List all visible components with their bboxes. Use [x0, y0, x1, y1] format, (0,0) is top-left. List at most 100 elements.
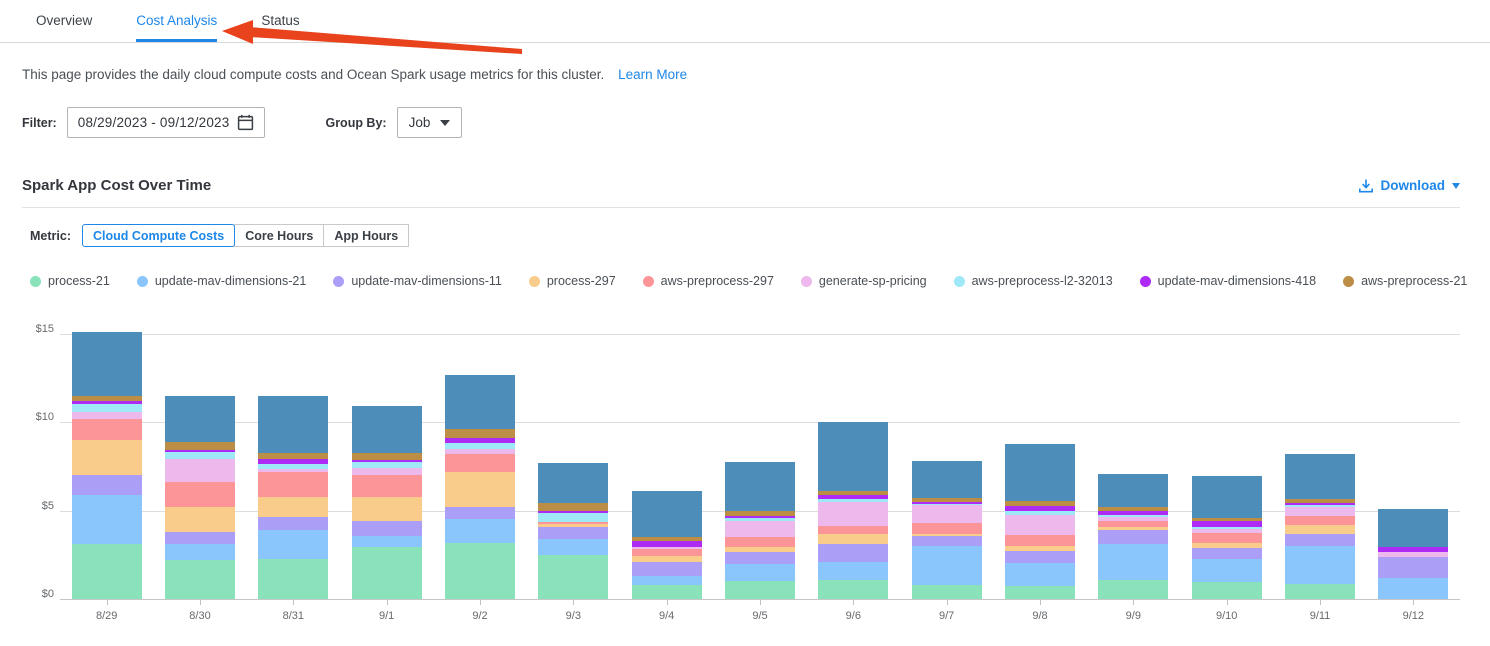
bar-segment-update-mav-dimensions-11	[72, 475, 142, 494]
bar-segment-update-mav-dimensions-21	[72, 495, 142, 545]
legend-item-update-mav-dimensions-418[interactable]: update-mav-dimensions-418	[1140, 274, 1316, 288]
bar-segment-update-mav-dimensions-11	[1098, 530, 1168, 544]
tab-overview[interactable]: Overview	[36, 13, 92, 42]
legend-dot-icon	[529, 276, 540, 287]
legend-item-aws-preprocess-l2-32013[interactable]: aws-preprocess-l2-32013	[954, 274, 1113, 288]
x-tick-label: 9/6	[846, 610, 861, 622]
group-by-dropdown[interactable]: Job	[397, 107, 463, 138]
learn-more-link[interactable]: Learn More	[618, 67, 687, 82]
bar-segment-update-mav-dimensions-11	[1378, 557, 1448, 578]
x-axis-labels: 8/298/308/319/19/29/39/49/59/69/79/89/99…	[22, 600, 1460, 634]
download-button[interactable]: Download	[1358, 178, 1461, 194]
bar-segment-other	[818, 422, 888, 491]
bar-segment-process-297	[165, 507, 235, 532]
filter-label: Filter:	[22, 116, 57, 130]
x-tick-label: 9/9	[1126, 610, 1141, 622]
legend-item-process-21[interactable]: process-21	[30, 274, 110, 288]
metric-toggle-group: Cloud Compute CostsCore HoursApp Hours	[83, 224, 409, 247]
bar-segment-aws-preprocess-l2-32013	[538, 513, 608, 522]
y-tick-label: $15	[36, 323, 54, 335]
stacked-bar-9-3[interactable]	[538, 463, 608, 599]
date-range-value: 08/29/2023 - 09/12/2023	[78, 115, 230, 130]
stacked-bar-9-1[interactable]	[352, 406, 422, 599]
legend-dot-icon	[801, 276, 812, 287]
stacked-bar-9-9[interactable]	[1098, 474, 1168, 599]
tab-cost-analysis[interactable]: Cost Analysis	[136, 13, 217, 42]
bar-segment-generate-sp-pricing	[1005, 515, 1075, 535]
stacked-bar-9-4[interactable]	[632, 491, 702, 599]
metric-button-cloud-compute-costs[interactable]: Cloud Compute Costs	[82, 224, 235, 247]
bar-segment-aws-preprocess-297	[725, 537, 795, 547]
x-tick-label: 9/2	[472, 610, 487, 622]
x-tick	[480, 600, 481, 605]
x-tick-label: 9/4	[659, 610, 674, 622]
legend-item-generate-sp-pricing[interactable]: generate-sp-pricing	[801, 274, 927, 288]
bar-segment-other	[72, 332, 142, 396]
stacked-bar-9-5[interactable]	[725, 462, 795, 599]
bar-segment-update-mav-dimensions-21	[632, 576, 702, 585]
legend-item-update-mav-dimensions-11[interactable]: update-mav-dimensions-11	[333, 274, 502, 288]
bar-segment-other	[1192, 476, 1262, 518]
x-tick	[1413, 600, 1414, 605]
bar-segment-update-mav-dimensions-21	[818, 562, 888, 580]
stacked-bar-8-29[interactable]	[72, 332, 142, 599]
bar-segment-update-mav-dimensions-11	[912, 536, 982, 546]
x-tick-label: 9/10	[1216, 610, 1237, 622]
legend-item-aws-preprocess-21[interactable]: aws-preprocess-21	[1343, 274, 1467, 288]
tab-bar: Overview Cost Analysis Status	[0, 0, 1490, 43]
bar-segment-other	[1285, 454, 1355, 499]
bar-segment-update-mav-dimensions-21	[912, 546, 982, 585]
filter-row: Filter: 08/29/2023 - 09/12/2023 Group By…	[22, 107, 1460, 138]
bar-segment-process-297	[72, 440, 142, 475]
legend-label: update-mav-dimensions-21	[155, 274, 306, 288]
metric-button-core-hours[interactable]: Core Hours	[234, 224, 324, 247]
stacked-bar-9-6[interactable]	[818, 422, 888, 599]
stacked-bar-9-7[interactable]	[912, 461, 982, 599]
legend-item-process-297[interactable]: process-297	[529, 274, 616, 288]
x-tick-label: 9/11	[1310, 610, 1331, 622]
bar-segment-process-21	[258, 559, 328, 599]
tab-status[interactable]: Status	[261, 13, 299, 42]
legend-item-aws-preprocess-297[interactable]: aws-preprocess-297	[643, 274, 774, 288]
stacked-bar-9-11[interactable]	[1285, 454, 1355, 599]
legend-dot-icon	[954, 276, 965, 287]
section-divider	[22, 207, 1460, 208]
bar-segment-update-mav-dimensions-11	[165, 532, 235, 544]
x-tick	[853, 600, 854, 605]
stacked-bar-9-8[interactable]	[1005, 444, 1075, 599]
annotation-arrow	[205, 12, 535, 62]
bar-segment-other	[725, 462, 795, 511]
metric-button-app-hours[interactable]: App Hours	[323, 224, 409, 247]
stacked-bar-8-31[interactable]	[258, 396, 328, 599]
bar-segment-process-21	[1285, 584, 1355, 599]
date-range-picker[interactable]: 08/29/2023 - 09/12/2023	[67, 107, 266, 138]
legend-item-update-mav-dimensions-21[interactable]: update-mav-dimensions-21	[137, 274, 306, 288]
legend-dot-icon	[1343, 276, 1354, 287]
x-tick	[760, 600, 761, 605]
x-tick	[573, 600, 574, 605]
stacked-bar-9-12[interactable]	[1378, 509, 1448, 599]
bar-segment-update-mav-dimensions-11	[258, 517, 328, 530]
bar-segment-other	[1005, 444, 1075, 501]
description-text: This page provides the daily cloud compu…	[22, 67, 604, 82]
x-tick	[107, 600, 108, 605]
bar-segment-update-mav-dimensions-11	[725, 552, 795, 564]
bar-segment-aws-preprocess-l2-32013	[72, 404, 142, 412]
bar-segment-aws-preprocess-21	[165, 442, 235, 450]
x-tick-label: 9/1	[379, 610, 394, 622]
main-content: This page provides the daily cloud compu…	[0, 67, 1490, 634]
bar-segment-generate-sp-pricing	[818, 502, 888, 526]
bar-segment-aws-preprocess-297	[912, 523, 982, 534]
bar-segment-update-mav-dimensions-21	[258, 530, 328, 559]
bar-segment-aws-preprocess-297	[165, 482, 235, 507]
bar-segment-process-21	[538, 555, 608, 599]
bar-segment-process-21	[818, 580, 888, 599]
bar-segment-update-mav-dimensions-11	[1192, 548, 1262, 559]
stacked-bar-8-30[interactable]	[165, 396, 235, 599]
x-tick	[1040, 600, 1041, 605]
y-tick-label: $5	[42, 500, 54, 512]
stacked-bar-9-2[interactable]	[445, 375, 515, 599]
x-tick	[1133, 600, 1134, 605]
stacked-bar-9-10[interactable]	[1192, 476, 1262, 599]
bar-segment-aws-preprocess-297	[258, 472, 328, 496]
